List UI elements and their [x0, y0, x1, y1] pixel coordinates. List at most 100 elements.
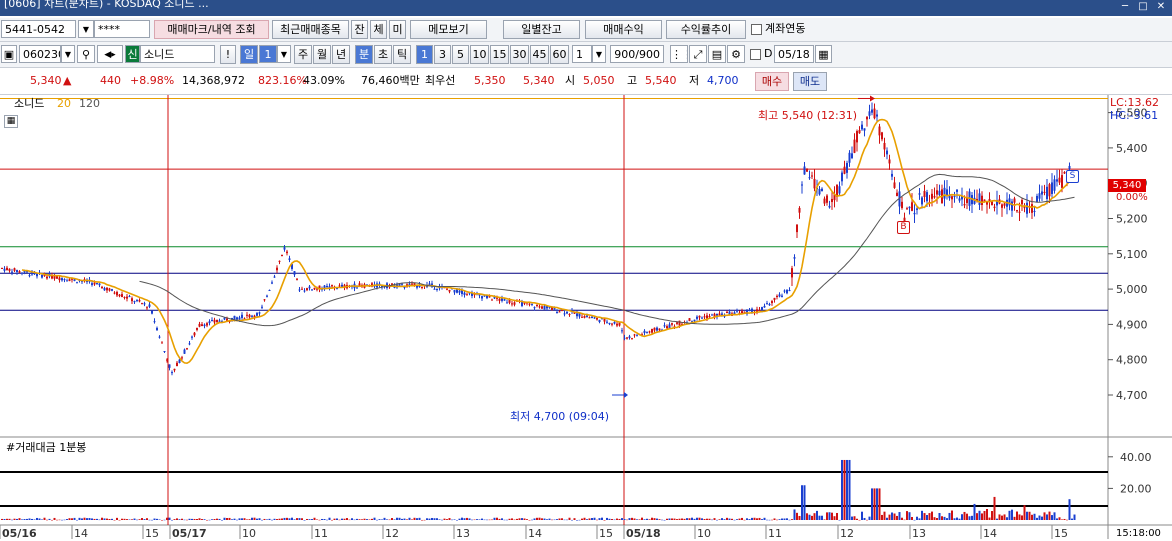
daily-balance-button[interactable]: 일별잔고 — [503, 20, 580, 39]
trade-profit-button[interactable]: 매매수익 — [585, 20, 662, 39]
interval-dropdown-icon[interactable]: ▼ — [592, 45, 606, 63]
period-second-button[interactable]: 초 — [374, 45, 392, 64]
interval-60-button[interactable]: 60 — [550, 45, 569, 64]
volume-bar — [1008, 510, 1011, 520]
volume-bar — [1041, 516, 1043, 520]
volume-bar — [721, 518, 723, 520]
candle-body — [278, 260, 281, 262]
candle-body — [963, 204, 966, 206]
code-dropdown-icon[interactable]: ▼ — [61, 45, 75, 63]
volume-bar — [3, 519, 6, 520]
interval-10-button[interactable]: 10 — [470, 45, 489, 64]
gear-icon[interactable]: ⚙ — [727, 45, 745, 63]
account-dropdown-icon[interactable]: ▼ — [78, 20, 94, 38]
interval-3-button[interactable]: 3 — [434, 45, 451, 64]
password-field[interactable]: **** — [94, 20, 150, 38]
best-bid: 5,340 — [523, 74, 555, 87]
period-minute-button[interactable]: 분 — [355, 45, 373, 64]
candle-body — [741, 311, 743, 314]
date-prefix-label: D — [764, 47, 773, 60]
chart-legend-ma120: 120 — [79, 97, 100, 110]
volume-bar — [831, 512, 833, 520]
date-field[interactable]: 05/18 — [774, 45, 814, 63]
volume-bar — [836, 512, 838, 520]
account-number-field[interactable]: 5441-0542 — [1, 20, 76, 38]
minimize-icon[interactable]: ─ — [1118, 1, 1132, 13]
volume-bar — [108, 519, 111, 520]
candle-body — [568, 314, 571, 316]
interval-input[interactable]: 1 — [572, 45, 592, 63]
search-icon[interactable]: ⚲ — [77, 45, 95, 63]
tools-icon[interactable]: ⤢ — [689, 45, 707, 63]
candle-body — [1013, 198, 1016, 203]
open-label: 시 — [565, 74, 576, 87]
volume-bar — [211, 519, 213, 520]
stock-name-field[interactable]: 소니드 — [140, 45, 215, 63]
sell-button[interactable]: 매도 — [793, 72, 827, 91]
volume-bar — [93, 518, 96, 520]
interval-1-button[interactable]: 1 — [416, 45, 433, 64]
period-monthly-button[interactable]: 월 — [313, 45, 331, 64]
profit-trend-button[interactable]: 수익률추이 — [666, 20, 746, 39]
candle-body — [866, 116, 868, 120]
history-nav-icon[interactable]: ◀▸ — [97, 45, 123, 63]
volume-bar — [698, 517, 701, 520]
balance-button[interactable]: 잔 — [351, 20, 368, 39]
buy-button[interactable]: 매수 — [755, 72, 789, 91]
volume-bar — [338, 519, 341, 521]
candle-body — [148, 304, 151, 307]
volume-bar — [96, 518, 98, 520]
account-link-checkbox[interactable] — [751, 24, 762, 35]
unfilled-button[interactable]: 미 — [389, 20, 406, 39]
candle-body — [993, 206, 996, 208]
volume-value: 14,368,972 — [182, 74, 245, 87]
info-button[interactable]: ! — [220, 45, 236, 64]
layout-icon[interactable]: ▣ — [1, 45, 17, 63]
chart-table-icon[interactable]: ▦ — [4, 115, 18, 128]
price-chart-svg[interactable]: 4,7004,8004,9005,0005,1005,2005,3005,400… — [0, 95, 1172, 539]
volume-bar — [16, 518, 18, 520]
volume-bar — [753, 517, 756, 520]
save-icon[interactable]: ▤ — [708, 45, 726, 63]
executed-button[interactable]: 체 — [370, 20, 387, 39]
candle-body — [331, 285, 333, 287]
period-tick-button[interactable]: 틱 — [393, 45, 411, 64]
period-value-field[interactable]: 1 — [259, 45, 277, 63]
trade-mark-history-button[interactable]: 매매마크/내역 조회 — [154, 20, 269, 39]
grid-settings-icon[interactable]: ⋮⋮ — [670, 45, 688, 63]
volume-bar — [156, 518, 158, 520]
period-dropdown-icon[interactable]: ▼ — [277, 45, 291, 63]
price-chart-area[interactable]: 4,7004,8004,9005,0005,1005,2005,3005,400… — [0, 95, 1172, 539]
period-daily-button[interactable]: 일 — [240, 45, 258, 64]
candle-body — [63, 279, 66, 281]
candle-body — [663, 325, 666, 327]
volume-bar — [536, 517, 538, 520]
interval-5-button[interactable]: 5 — [452, 45, 469, 64]
interval-45-button[interactable]: 45 — [530, 45, 549, 64]
date-checkbox[interactable] — [750, 49, 761, 60]
stock-code-field[interactable]: 060230 — [19, 45, 61, 63]
data-count-field[interactable]: 900/900 — [610, 45, 664, 63]
interval-30-button[interactable]: 30 — [510, 45, 529, 64]
volume-bar — [1033, 513, 1036, 520]
maximize-icon[interactable]: □ — [1136, 1, 1150, 13]
volume-bar — [701, 518, 703, 520]
volume-bar — [201, 519, 203, 520]
volume-bar — [638, 519, 641, 520]
volume-bar — [1066, 519, 1068, 521]
memo-view-button[interactable]: 메모보기 — [410, 20, 487, 39]
period-yearly-button[interactable]: 년 — [332, 45, 350, 64]
volume-bar — [708, 518, 711, 520]
period-weekly-button[interactable]: 주 — [294, 45, 312, 64]
candle-body — [8, 268, 11, 271]
interval-15-button[interactable]: 15 — [490, 45, 509, 64]
volume-bar — [863, 517, 866, 520]
calendar-icon[interactable]: ▦ — [815, 45, 832, 63]
best-ask: 5,350 — [474, 74, 506, 87]
close-icon[interactable]: ✕ — [1154, 1, 1168, 13]
volume-bar — [941, 516, 943, 520]
recent-traded-button[interactable]: 최근매매종목 — [272, 20, 349, 39]
candle-body — [576, 313, 578, 317]
time-tick-label: 11 — [768, 527, 782, 539]
candle-body — [6, 267, 8, 271]
